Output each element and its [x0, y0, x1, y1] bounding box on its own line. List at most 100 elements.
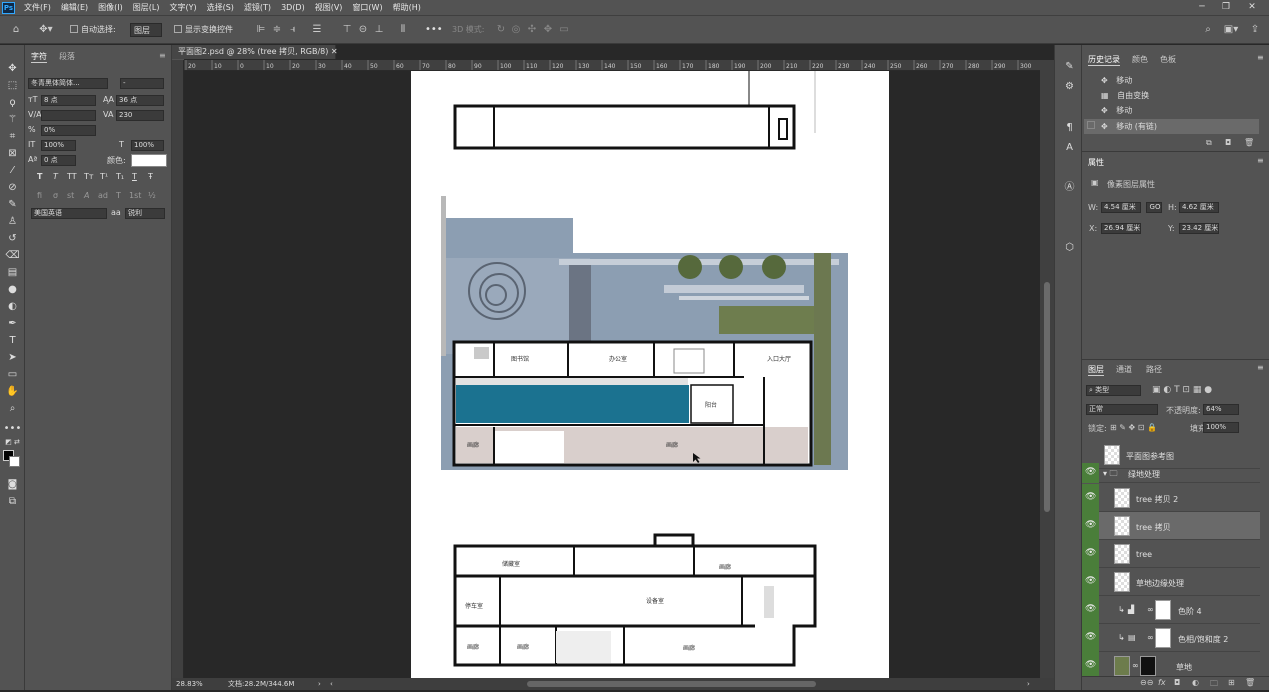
align-top-icon[interactable]: ⊤ [341, 23, 353, 37]
subscript-button[interactable]: T₁ [116, 172, 124, 181]
hand-tool-icon[interactable]: ✋ [3, 384, 22, 399]
ligature-button[interactable]: fi [37, 191, 42, 200]
restore-icon[interactable]: ❐ [1215, 0, 1237, 15]
group-toggle-icon[interactable]: ▾ 🗀 [1103, 468, 1118, 482]
gradient-tool-icon[interactable]: ▤ [3, 265, 22, 280]
align-bottom-icon[interactable]: ⊥ [373, 23, 385, 37]
zoom-level[interactable]: 28.83% [176, 678, 203, 690]
new-doc-from-state-icon[interactable]: ⧉ [1206, 138, 1212, 148]
width-field[interactable]: 4.54 厘米 [1101, 202, 1141, 213]
layer-row[interactable]: 👁 ↳ ▤ ∞ 色相/饱和度 2 [1082, 624, 1260, 652]
strikethrough-button[interactable]: Ŧ [148, 172, 153, 181]
layer-row[interactable]: 👁 tree 拷贝 2 [1082, 484, 1260, 512]
minimize-icon[interactable]: ─ [1191, 0, 1213, 15]
scroll-left-icon[interactable]: ‹ [330, 678, 333, 690]
menu-window[interactable]: 窗口(W) [347, 2, 387, 13]
quick-mask-icon[interactable]: ◙ [3, 477, 22, 492]
paragraph-panel-icon[interactable]: ¶ [1060, 120, 1079, 135]
panel-menu-icon[interactable]: ≡ [159, 51, 166, 60]
discretionary-button[interactable]: st [67, 191, 74, 200]
3d-scale-icon[interactable]: ▭ [558, 23, 570, 37]
char-panel-icon[interactable]: A [1060, 140, 1079, 155]
layer-style-icon[interactable]: fx [1158, 678, 1166, 687]
auto-select-checkbox[interactable]: 自动选择: [70, 23, 116, 37]
font-style-select[interactable]: - [120, 78, 164, 89]
delete-layer-icon[interactable]: 🗑 [1245, 678, 1255, 687]
layer-filter-select[interactable]: ⌕ 类型 [1086, 385, 1141, 396]
filter-pixel-icon[interactable]: ▣ ◐ T ⊡ ▦ ● [1152, 385, 1212, 395]
frame-tool-icon[interactable]: ⊠ [3, 146, 22, 161]
canvas-area[interactable]: 图书馆 办公室 入口大厅 阳台 画廊 画廊 储藏室 画廊 设备室 停车室 画廊 … [184, 71, 1040, 678]
horizontal-scale-field[interactable]: 100% [131, 140, 164, 151]
tab-paths[interactable]: 路径 [1146, 364, 1162, 375]
adjust-icon[interactable]: ⚙ [1060, 79, 1079, 94]
height-field[interactable]: 4.62 厘米 [1179, 202, 1219, 213]
distribute-vertical-icon[interactable]: ⫴ [397, 23, 409, 37]
eyedropper-icon[interactable]: ⁄ [3, 163, 22, 178]
auto-select-dropdown[interactable]: 图层 [130, 23, 162, 37]
history-item[interactable]: ✥ 移动 [1084, 103, 1259, 118]
history-brush-icon[interactable]: ↺ [3, 231, 22, 246]
swash-button[interactable]: A [84, 191, 89, 200]
close-icon[interactable]: ✕ [1241, 0, 1263, 15]
scrollbar-thumb[interactable] [1044, 282, 1050, 512]
visibility-eye-icon[interactable]: 👁 [1082, 568, 1099, 596]
snapshot-icon[interactable]: ◘ [1225, 138, 1231, 147]
more-options-icon[interactable]: ••• [425, 23, 443, 37]
screen-mode-icon[interactable]: ⧉ [3, 494, 22, 509]
home-icon[interactable]: ⌂ [10, 23, 22, 37]
magic-wand-icon[interactable]: ⚚ [3, 112, 22, 127]
clone-stamp-icon[interactable]: ♙ [3, 214, 22, 229]
leading-field[interactable]: 36 点 [116, 95, 164, 106]
menu-edit[interactable]: 编辑(E) [56, 2, 93, 13]
tracking-field[interactable]: 230 [116, 110, 164, 121]
menu-3d[interactable]: 3D(D) [276, 3, 310, 12]
link-layers-icon[interactable]: ⊖⊖ [1140, 678, 1153, 687]
3d-roll-icon[interactable]: ◎ [510, 23, 522, 37]
stylistic-button[interactable]: ad [98, 191, 108, 200]
menu-file[interactable]: 文件(F) [19, 2, 56, 13]
visibility-eye-icon[interactable]: 👁 [1082, 652, 1099, 676]
status-arrow-icon[interactable]: › [318, 678, 321, 690]
fraction-button[interactable]: ½ [148, 191, 156, 200]
history-item[interactable]: ▦ 自由变换 [1084, 88, 1259, 103]
contextual-button[interactable]: σ [53, 191, 58, 200]
visibility-eye-icon[interactable]: 👁 [1082, 484, 1099, 512]
link-icon[interactable]: GO [1146, 202, 1162, 213]
workspace-icon[interactable]: ▣▾ [1222, 23, 1240, 37]
3d-panel-icon[interactable]: ⬡ [1060, 240, 1079, 255]
tab-history[interactable]: 历史记录 [1088, 54, 1120, 66]
add-mask-icon[interactable]: ◘ [1174, 678, 1180, 687]
delete-icon[interactable]: 🗑 [1244, 138, 1254, 147]
menu-help[interactable]: 帮助(H) [388, 2, 426, 13]
vertical-scrollbar[interactable] [1040, 60, 1054, 678]
ordinal-button[interactable]: 1st [129, 191, 141, 200]
text-color-swatch[interactable] [131, 154, 167, 167]
zoom-tool-icon[interactable]: ⌕ [3, 401, 22, 416]
align-center-icon[interactable]: ≑ [271, 23, 283, 37]
y-field[interactable]: 23.42 厘米 [1179, 223, 1219, 234]
menu-filter[interactable]: 滤镜(T) [239, 2, 276, 13]
align-middle-icon[interactable]: ⊝ [357, 23, 369, 37]
adjustment-layer-icon[interactable]: ◐ [1192, 678, 1199, 687]
fill-field[interactable]: 100% [1203, 422, 1239, 433]
document-artboard[interactable] [184, 71, 1040, 678]
visibility-eye-icon[interactable]: 👁 [1082, 540, 1099, 568]
bold-button[interactable]: T [37, 172, 42, 181]
dodge-tool-icon[interactable]: ◐ [3, 299, 22, 314]
layer-group-row[interactable]: 👁 ▾ 🗀 绿地处理 [1082, 463, 1260, 483]
blur-tool-icon[interactable]: ● [3, 282, 22, 297]
lock-options-icon[interactable]: ⊞ ✎ ✥ ⊡ 🔒 [1110, 423, 1157, 432]
marquee-tool-icon[interactable]: ⬚ [3, 78, 22, 93]
small-caps-button[interactable]: Tт [84, 172, 94, 181]
eraser-icon[interactable]: ⌫ [3, 248, 22, 263]
underline-button[interactable]: T [132, 172, 137, 181]
layer-row-selected[interactable]: 👁 tree 拷贝 [1082, 512, 1260, 540]
baseline-field[interactable]: 0 点 [41, 155, 76, 166]
antialias-select[interactable]: 锐利 [125, 208, 165, 219]
type-tool-icon[interactable]: T [3, 333, 22, 348]
menu-layer[interactable]: 图层(L) [128, 2, 165, 13]
visibility-eye-icon[interactable]: 👁 [1082, 596, 1099, 624]
distribute-icon[interactable]: ☰ [311, 23, 323, 37]
layer-row[interactable]: 👁 草地边缘处理 [1082, 568, 1260, 596]
